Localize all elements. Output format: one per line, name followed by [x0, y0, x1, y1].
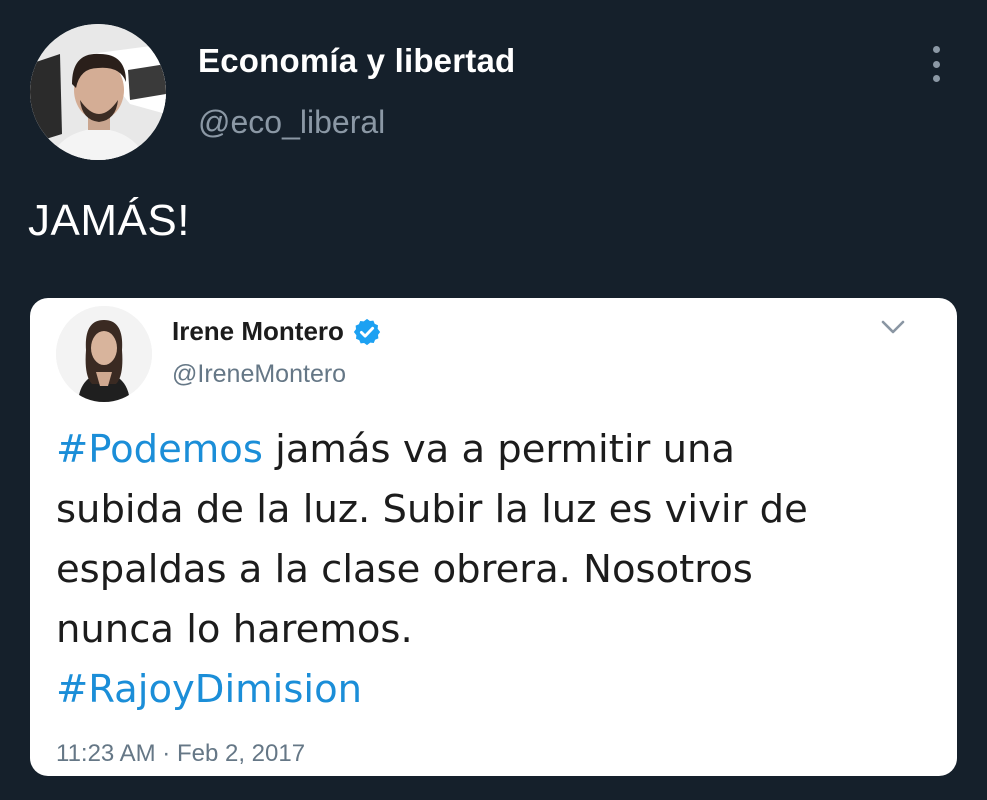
quoted-tweet-card[interactable]: Irene Montero @IreneMontero #Podemos jam…: [30, 298, 957, 776]
quoted-author-avatar[interactable]: [56, 306, 152, 402]
quoted-author-handle[interactable]: @IreneMontero: [172, 360, 346, 389]
text-line: #RajoyDimision: [56, 660, 936, 720]
more-vertical-icon: [932, 60, 940, 68]
text-line: subida de la luz. Subir la luz es vivir …: [56, 487, 808, 532]
text-line: nunca lo haremos.: [56, 607, 413, 652]
hashtag-podemos[interactable]: #Podemos: [56, 427, 263, 472]
more-vertical-icon: [932, 75, 940, 82]
text-segment: jamás va a permitir una: [262, 427, 736, 472]
chevron-down-icon[interactable]: [878, 316, 908, 338]
author-avatar[interactable]: [30, 24, 166, 160]
author-handle[interactable]: @eco_liberal: [198, 104, 385, 141]
quoted-author-name[interactable]: Irene Montero: [172, 316, 344, 347]
more-vertical-icon: [932, 46, 940, 53]
verified-badge-icon: [353, 318, 381, 345]
quoted-tweet-timestamp[interactable]: 11:23 AM · Feb 2, 2017: [56, 740, 305, 768]
hashtag-rajoydimision[interactable]: #RajoyDimision: [56, 667, 362, 712]
author-name[interactable]: Economía y libertad: [198, 42, 515, 80]
text-line: #Podemos jamás va a permitir una: [56, 420, 936, 480]
quoted-tweet-text: #Podemos jamás va a permitir una subida …: [56, 420, 936, 720]
tweet-text: JAMÁS!: [28, 196, 190, 245]
text-line: espaldas a la clase obrera. Nosotros: [56, 547, 753, 592]
more-options-button[interactable]: [920, 42, 952, 86]
